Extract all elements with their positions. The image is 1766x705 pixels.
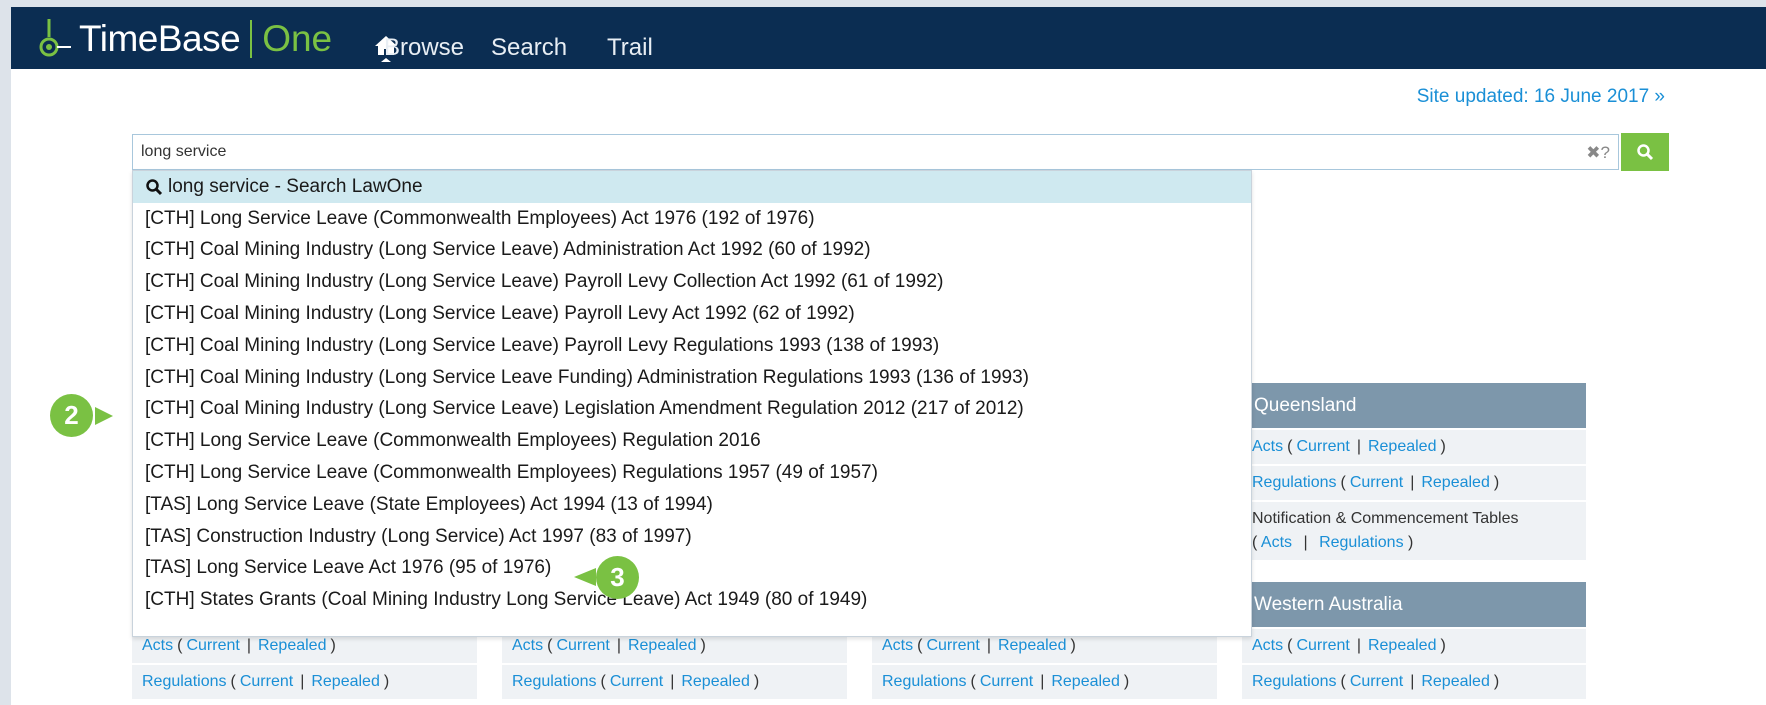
search-icon — [1637, 144, 1654, 161]
top-nav-bar: TimeBase One Browse Search Trail — [11, 7, 1766, 69]
col1-regulations-repealed-link[interactable]: Repealed — [311, 673, 380, 691]
wa-regulations-current-link[interactable]: Current — [1350, 673, 1403, 691]
col1-regulations-row: Regulations ( Current | Repealed ) — [132, 665, 477, 699]
wa-regulations-row: Regulations ( Current | Repealed ) — [1242, 665, 1586, 699]
queensland-regulations-link[interactable]: Regulations — [1252, 474, 1337, 492]
col2-regulations-repealed-link[interactable]: Repealed — [681, 673, 750, 691]
col1-acts-repealed-link[interactable]: Repealed — [258, 637, 327, 655]
suggestion-item[interactable]: [CTH] Coal Mining Industry (Long Service… — [133, 266, 1251, 298]
suggestion-item[interactable]: [TAS] Construction Industry (Long Servic… — [133, 521, 1251, 553]
western-australia-header: Western Australia — [1242, 582, 1586, 627]
autocomplete-dropdown: long service - Search LawOne [CTH] Long … — [132, 170, 1252, 637]
logo-one: One — [262, 18, 333, 59]
col2-regulations-link[interactable]: Regulations — [512, 673, 597, 691]
wa-acts-repealed-link[interactable]: Repealed — [1368, 637, 1437, 655]
suggestion-item[interactable]: [CTH] Long Service Leave (Commonwealth E… — [133, 425, 1251, 457]
col3-acts-link[interactable]: Acts — [882, 637, 913, 655]
queensland-acts-repealed-link[interactable]: Repealed — [1368, 438, 1437, 456]
col1-regulations-link[interactable]: Regulations — [142, 673, 227, 691]
queensland-acts-link[interactable]: Acts — [1252, 438, 1283, 456]
col1-acts-link[interactable]: Acts — [142, 637, 173, 655]
col1-acts-current-link[interactable]: Current — [186, 637, 239, 655]
app-frame: TimeBase One Browse Search Trail Site up… — [11, 7, 1766, 705]
logo-plug-icon — [39, 19, 71, 57]
notification-tables-label: Notification & Commencement Tables — [1252, 510, 1519, 527]
col3-regulations-repealed-link[interactable]: Repealed — [1051, 673, 1120, 691]
search-input[interactable] — [133, 135, 1553, 169]
logo-divider — [250, 20, 253, 58]
site-updated-link[interactable]: Site updated: 16 June 2017 » — [1417, 86, 1665, 108]
suggestion-item[interactable]: [CTH] Coal Mining Industry (Long Service… — [133, 298, 1251, 330]
wa-regulations-repealed-link[interactable]: Repealed — [1421, 673, 1490, 691]
queensland-regulations-current-link[interactable]: Current — [1350, 474, 1403, 492]
col1-regulations-current-link[interactable]: Current — [240, 673, 293, 691]
queensland-header: Queensland — [1242, 383, 1586, 428]
clear-help-icon[interactable]: ✖? — [1586, 143, 1610, 163]
step-marker-3: 3 — [596, 556, 639, 599]
suggestion-item[interactable]: [CTH] Long Service Leave (Commonwealth E… — [133, 457, 1251, 489]
suggestion-item[interactable]: [CTH] Long Service Leave (Commonwealth E… — [133, 203, 1251, 235]
marker-3-arrow-icon — [574, 568, 596, 586]
col2-regulations-current-link[interactable]: Current — [610, 673, 663, 691]
wa-acts-link[interactable]: Acts — [1252, 637, 1283, 655]
queensland-regulations-repealed-link[interactable]: Repealed — [1421, 474, 1490, 492]
notification-regulations-link[interactable]: Regulations — [1319, 534, 1404, 551]
search-button[interactable] — [1621, 133, 1669, 171]
logo-wordmark: TimeBase — [79, 18, 241, 59]
wa-regulations-link[interactable]: Regulations — [1252, 673, 1337, 691]
timebase-logo[interactable]: TimeBase One — [33, 15, 332, 63]
notification-acts-link[interactable]: Acts — [1261, 534, 1292, 551]
suggestion-label: long service - Search LawOne — [168, 175, 423, 197]
wa-acts-row: Acts ( Current | Repealed ) — [1242, 629, 1586, 663]
wa-acts-current-link[interactable]: Current — [1296, 637, 1349, 655]
queensland-acts-row: Acts ( Current | Repealed ) — [1242, 430, 1586, 464]
queensland-notification-row: Notification & Commencement Tables ( Act… — [1242, 502, 1586, 560]
search-box: ✖? — [132, 134, 1619, 170]
suggestion-item[interactable]: [CTH] States Grants (Coal Mining Industr… — [133, 584, 1251, 616]
col2-acts-link[interactable]: Acts — [512, 637, 543, 655]
col3-acts-repealed-link[interactable]: Repealed — [998, 637, 1067, 655]
search-lawone-suggestion[interactable]: long service - Search LawOne — [133, 171, 1251, 203]
col2-acts-repealed-link[interactable]: Repealed — [628, 637, 697, 655]
queensland-regulations-row: Regulations ( Current | Repealed ) — [1242, 466, 1586, 500]
suggestion-item[interactable]: [CTH] Coal Mining Industry (Long Service… — [133, 330, 1251, 362]
marker-2-arrow-icon — [95, 407, 113, 425]
col3-regulations-link[interactable]: Regulations — [882, 673, 967, 691]
col3-regulations-row: Regulations ( Current | Repealed ) — [872, 665, 1217, 699]
suggestion-item[interactable]: [CTH] Coal Mining Industry (Long Service… — [133, 235, 1251, 267]
suggestion-item[interactable]: [TAS] Long Service Leave Act 1976 (95 of… — [133, 553, 1251, 585]
suggestion-item[interactable]: [TAS] Long Service Leave (State Employee… — [133, 489, 1251, 521]
step-marker-2: 2 — [50, 394, 93, 437]
suggestion-item[interactable]: [CTH] Coal Mining Industry (Long Service… — [133, 362, 1251, 394]
nav-trail[interactable]: Trail — [607, 34, 653, 62]
col2-regulations-row: Regulations ( Current | Repealed ) — [502, 665, 847, 699]
queensland-acts-current-link[interactable]: Current — [1296, 438, 1349, 456]
col2-acts-current-link[interactable]: Current — [556, 637, 609, 655]
col3-regulations-current-link[interactable]: Current — [980, 673, 1033, 691]
suggestion-item[interactable]: [CTH] Coal Mining Industry (Long Service… — [133, 394, 1251, 426]
search-icon — [146, 179, 163, 195]
col3-acts-current-link[interactable]: Current — [926, 637, 979, 655]
nav-browse[interactable]: Browse — [384, 34, 464, 62]
nav-search[interactable]: Search — [491, 34, 567, 62]
